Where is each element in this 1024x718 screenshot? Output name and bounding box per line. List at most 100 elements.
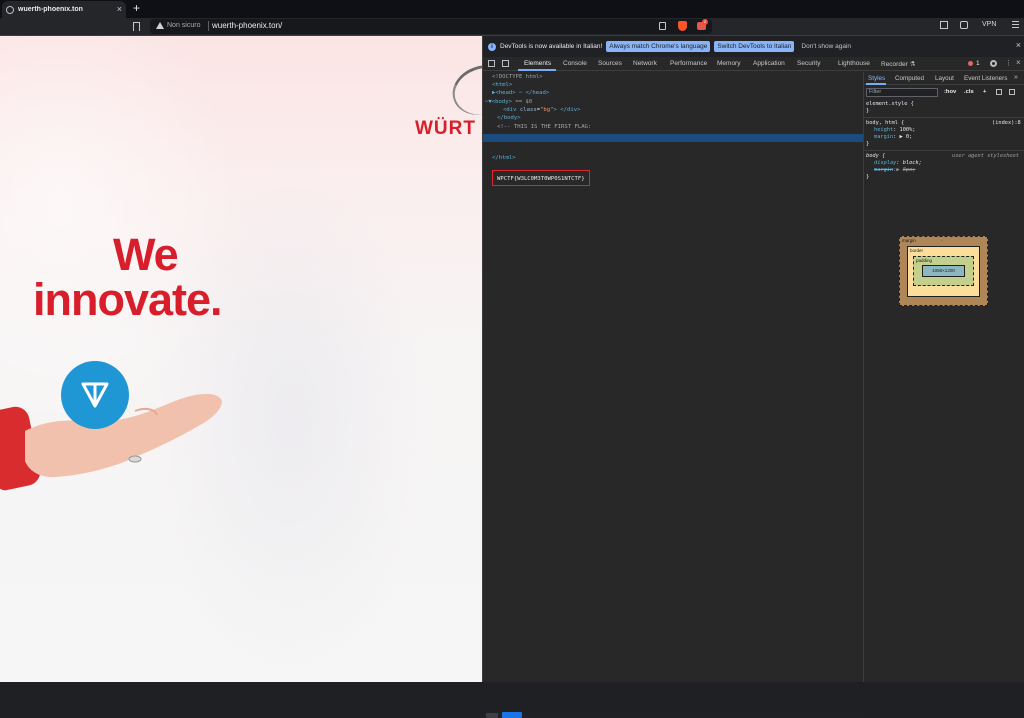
devtools-infobar: i DevTools is now available in Italian! … <box>483 36 1024 57</box>
breadcrumb-bar <box>483 712 863 718</box>
wuerth-logo[interactable]: WÜRT <box>415 118 476 140</box>
prop-value: block; <box>902 160 922 166</box>
error-count[interactable]: 1 <box>976 60 980 67</box>
tab-performance[interactable]: Performance <box>670 60 707 67</box>
tab-title: wuerth-phoenix.ton <box>18 6 83 13</box>
styles-pane: Styles Computed Layout Event Listeners »… <box>863 72 1024 682</box>
tab-layout[interactable]: Layout <box>935 75 954 82</box>
breadcrumb-html[interactable] <box>486 713 498 718</box>
elements-tree: <!DOCTYPE html> <html> ▶<head> ⋯ </head>… <box>483 72 863 718</box>
browser-window: wuerth-phoenix.ton × + Non sicuro wuerth… <box>0 0 1024 718</box>
omnibox-divider <box>208 21 209 31</box>
hover-state-toggle[interactable]: :hov <box>944 89 956 95</box>
dont-show-again-link[interactable]: Don't show again <box>801 43 851 50</box>
url-text[interactable]: wuerth-phoenix.ton/ <box>212 21 282 30</box>
rule-close: } <box>866 108 870 114</box>
tab-event-listeners[interactable]: Event Listeners <box>964 75 1007 82</box>
wallet-icon[interactable] <box>960 21 968 29</box>
tab-styles[interactable]: Styles <box>868 75 885 82</box>
tab-application[interactable]: Application <box>753 60 785 67</box>
warning-icon <box>156 22 164 29</box>
tab-security[interactable]: Security <box>797 60 820 67</box>
body-node[interactable]: ⋯▼<body> == $0 <box>485 98 532 106</box>
device-toolbar-icon[interactable] <box>502 60 509 67</box>
selected-marker: == $0 <box>515 99 533 105</box>
styles-filter-input[interactable]: Filter <box>866 88 938 97</box>
rule-divider <box>864 150 1024 151</box>
div-bg-node[interactable]: <div class="bg"> </div> <box>503 106 581 114</box>
tab-strip: wuerth-phoenix.ton × + <box>0 0 1024 18</box>
prop-value: ▶ 0; <box>899 134 913 140</box>
declaration-margin-overridden[interactable]: margin:▶ 8px; <box>874 167 915 174</box>
error-icon[interactable] <box>968 61 973 66</box>
inspect-element-icon[interactable] <box>488 60 495 67</box>
active-styles-tab-indicator <box>866 83 886 85</box>
tab-network[interactable]: Network <box>633 60 657 67</box>
computed-sidebar-icon[interactable] <box>1009 89 1015 95</box>
prop-value: 8px; <box>902 167 916 173</box>
headline-line-2: innovate. <box>33 274 223 325</box>
security-label[interactable]: Non sicuro <box>167 22 200 29</box>
rule-divider <box>864 117 1024 118</box>
declaration-margin[interactable]: margin: ▶ 0; <box>874 134 912 141</box>
html-close-node[interactable]: </html> <box>492 154 516 162</box>
div-open: <div <box>503 107 520 113</box>
tab-elements[interactable]: Elements <box>524 60 551 67</box>
vpn-button[interactable]: VPN <box>982 21 996 28</box>
rule-close: } <box>866 141 870 147</box>
class-toggle[interactable]: .cls <box>964 89 974 95</box>
active-tab-indicator <box>518 69 556 71</box>
margin-top-value[interactable]: - <box>941 238 943 243</box>
prop-name: margin <box>874 134 894 140</box>
more-tabs-icon[interactable]: » <box>1014 74 1018 81</box>
tab-sources[interactable]: Sources <box>598 60 622 67</box>
brave-shields-icon[interactable] <box>678 21 687 31</box>
rewards-badge: 2 <box>702 19 708 25</box>
tab-console[interactable]: Console <box>563 60 587 67</box>
tab-lighthouse[interactable]: Lighthouse <box>838 60 870 67</box>
globe-icon <box>6 5 14 14</box>
breadcrumb-body[interactable] <box>502 712 522 718</box>
user-agent-label: user agent stylesheet <box>952 153 1019 159</box>
gear-icon[interactable] <box>990 60 997 67</box>
element-state-icon[interactable] <box>996 89 1002 95</box>
box-model-padding[interactable]: padding 1056×1200 <box>913 256 974 286</box>
devtools-panel: i DevTools is now available in Italian! … <box>482 36 1024 718</box>
body-close-node[interactable]: </body> <box>497 114 521 122</box>
box-model-border[interactable]: border padding 1056×1200 <box>907 246 980 297</box>
box-padding-label: padding <box>916 258 933 263</box>
sidebar-toggle-icon[interactable] <box>940 21 948 29</box>
info-icon: i <box>488 42 496 51</box>
tab-memory[interactable]: Memory <box>717 60 740 67</box>
rule-element-style[interactable]: element.style { <box>866 101 914 108</box>
more-options-icon[interactable]: ⋮ <box>1005 60 1012 67</box>
share-icon[interactable] <box>659 22 666 30</box>
tab-recorder[interactable]: Recorder ⚗ <box>881 60 915 68</box>
box-margin-label: margin <box>902 238 916 243</box>
div-close: > </div> <box>553 107 581 113</box>
box-model-margin[interactable]: margin - border padding 1056×1200 <box>899 236 988 306</box>
div-attr-value: "bg" <box>540 107 554 113</box>
bookmark-icon[interactable] <box>133 22 140 31</box>
switch-italian-button[interactable]: Switch DevTools to Italian <box>714 41 795 52</box>
infobar-close-icon[interactable]: × <box>1016 41 1021 50</box>
new-tab-button[interactable]: + <box>133 2 140 15</box>
prop-name: margin <box>874 167 894 173</box>
ton-coin-icon <box>61 361 129 429</box>
html-node[interactable]: <html> <box>492 81 512 89</box>
tab-computed[interactable]: Computed <box>895 75 924 82</box>
match-language-button[interactable]: Always match Chrome's language <box>606 41 711 52</box>
browser-tab[interactable]: wuerth-phoenix.ton × <box>2 1 126 18</box>
rule-close: } <box>866 174 870 180</box>
menu-icon[interactable] <box>1012 21 1019 28</box>
rule-source-link[interactable]: (index):8 <box>992 120 1021 127</box>
devtools-close-icon[interactable]: × <box>1016 59 1021 67</box>
head-node[interactable]: ▶<head> ⋯ </head> <box>492 89 549 97</box>
address-bar[interactable]: Non sicuro wuerth-phoenix.ton/ 2 <box>150 19 712 34</box>
flag-text[interactable]: WPCTF{W3LC0M3T0WP0S1NTCTF} <box>497 175 585 183</box>
tab-close-icon[interactable]: × <box>117 5 122 14</box>
box-model-content[interactable]: 1056×1200 <box>922 265 965 277</box>
comment-node[interactable]: <!-- THIS IS THE FIRST FLAG: <box>497 123 591 131</box>
new-rule-button[interactable]: + <box>983 89 986 95</box>
doctype-node[interactable]: <!DOCTYPE html> <box>492 73 543 81</box>
